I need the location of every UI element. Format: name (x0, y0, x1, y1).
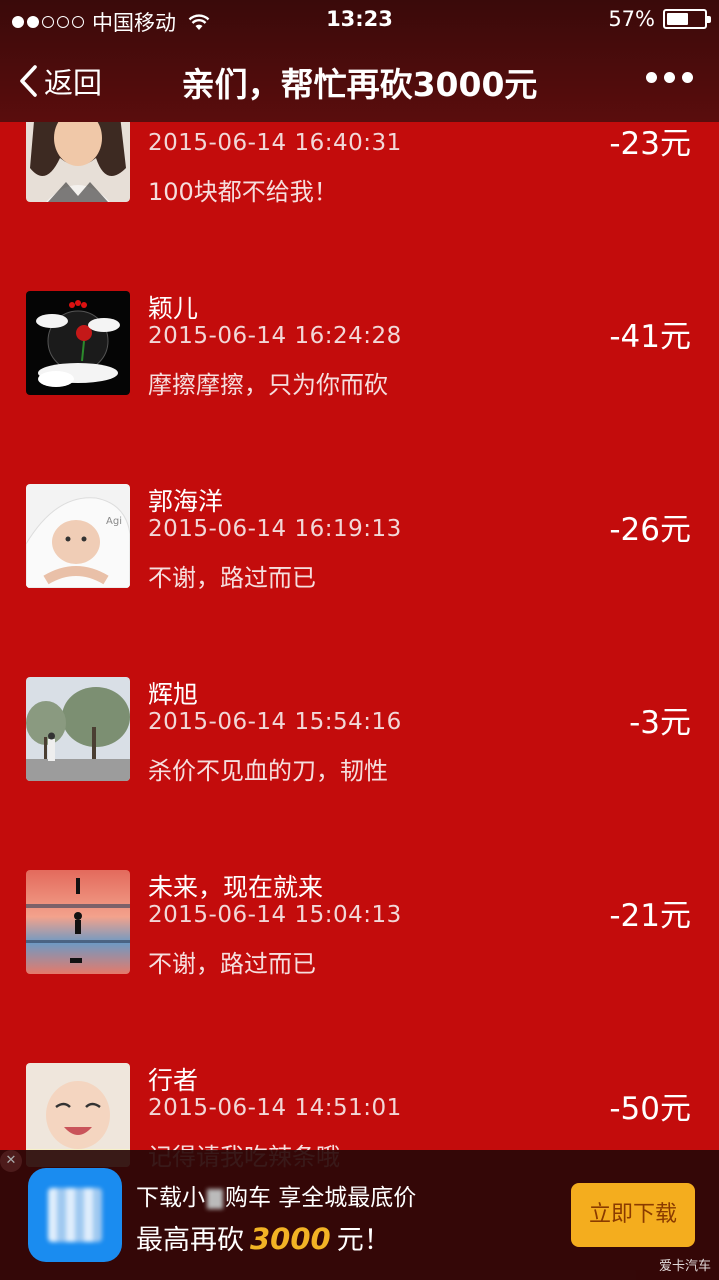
list-item: 颖儿 2015-06-14 16:24:28 摩擦摩擦，只为你而砍 -41元 (0, 291, 719, 484)
banner-subline: 最高再砍 3000 元！ (136, 1218, 391, 1257)
download-now-button[interactable]: 立即下载 (571, 1183, 695, 1247)
nav-bar: 返回 亲们，帮忙再砍3000元 (0, 40, 719, 122)
download-banner[interactable]: ✕ 下载小 购车 享全城最底价 最高再砍 3000 元！ 立即下载 爱卡汽车 (0, 1150, 719, 1280)
user-name: 辉旭 (148, 680, 199, 709)
banner-line1-part-b: 购车 享全城最底价 (225, 1185, 417, 1211)
redacted-mark (207, 1188, 223, 1209)
comment-text: 不谢，路过而已 (148, 950, 316, 978)
list-item: Agi 郭海洋 2015-06-14 16:19:13 不谢，路过而已 -26元 (0, 484, 719, 677)
bargain-amount: -26元 (609, 512, 691, 548)
page-title: 亲们，帮忙再砍3000元 (181, 65, 538, 104)
svg-text:Agi: Agi (106, 516, 122, 527)
timestamp: 2015-06-14 16:40:31 (148, 130, 402, 156)
avatar[interactable] (26, 870, 130, 974)
timestamp: 2015-06-14 14:51:01 (148, 1095, 402, 1121)
timestamp: 2015-06-14 16:19:13 (148, 516, 402, 542)
banner-line1-part-a: 下载小 (136, 1185, 205, 1211)
banner-headline: 下载小 购车 享全城最底价 (136, 1178, 416, 1212)
bargain-amount: -21元 (609, 898, 691, 934)
top-bar: 中国移动 13:23 57% 返回 亲们，帮忙再砍3000元 (0, 0, 719, 122)
bargain-amount: -50元 (609, 1091, 691, 1127)
bargain-amount: -23元 (609, 126, 691, 162)
avatar[interactable]: Agi (26, 484, 130, 588)
status-bar: 中国移动 13:23 57% (0, 0, 719, 40)
timestamp: 2015-06-14 15:54:16 (148, 709, 402, 735)
user-name: 郭海洋 (148, 487, 224, 516)
list-item: 2015-06-14 16:40:31 100块都不给我！ -23元 (0, 98, 719, 291)
list-item: 辉旭 2015-06-14 15:54:16 杀价不见血的刀，韧性 -3元 (0, 677, 719, 870)
list-item: 未来，现在就来 2015-06-14 15:04:13 不谢，路过而已 -21元 (0, 870, 719, 1063)
banner-line2-part-a: 最高再砍 (136, 1225, 244, 1256)
user-name: 未来，现在就来 (148, 873, 324, 902)
comment-text: 100块都不给我！ (148, 178, 338, 206)
timestamp: 2015-06-14 16:24:28 (148, 323, 402, 349)
battery-percent: 57% (608, 7, 655, 31)
comment-text: 杀价不见血的刀，韧性 (148, 757, 388, 785)
banner-line2-part-b: 元！ (336, 1225, 391, 1256)
avatar[interactable] (26, 677, 130, 781)
bargain-amount: -41元 (609, 319, 691, 355)
comment-text: 不谢，路过而已 (148, 564, 316, 592)
watermark: 爱卡汽车 (658, 1259, 711, 1274)
timestamp: 2015-06-14 15:04:13 (148, 902, 402, 928)
avatar[interactable] (26, 291, 130, 395)
close-icon[interactable]: ✕ (0, 1150, 22, 1172)
user-name: 行者 (148, 1066, 199, 1095)
more-options-button[interactable] (646, 72, 693, 83)
banner-highlight-value: 3000 (250, 1222, 331, 1256)
bargain-amount: -3元 (629, 705, 691, 741)
bargain-list: 2015-06-14 16:40:31 100块都不给我！ -23元 颖儿 20… (0, 98, 719, 1256)
app-icon (28, 1168, 122, 1262)
comment-text: 摩擦摩擦，只为你而砍 (148, 371, 388, 399)
page: 中国移动 13:23 57% 返回 亲们，帮忙再砍3000元 2015-06-1… (0, 0, 719, 1280)
user-name: 颖儿 (148, 294, 199, 323)
battery-icon (663, 9, 711, 29)
status-right: 57% (608, 7, 711, 31)
